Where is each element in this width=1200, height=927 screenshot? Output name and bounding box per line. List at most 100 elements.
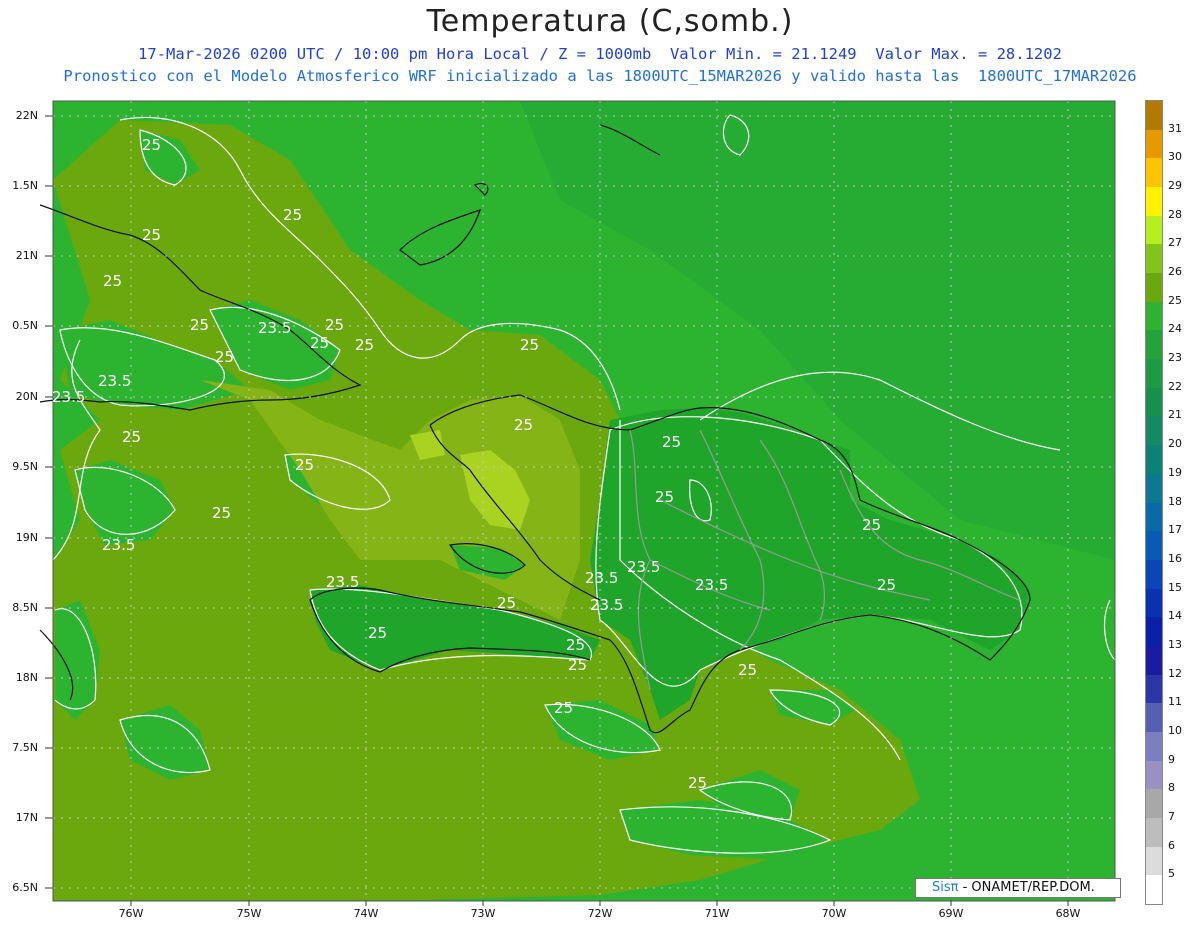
lat-tick-label: 7.5N [12,741,38,754]
color-scale-label: 7 [1168,809,1175,823]
color-scale-segment [1146,875,1162,905]
contour-label: 25 [283,206,302,224]
color-scale-segment [1146,273,1162,303]
color-scale-segment [1146,531,1162,561]
color-scale-label: 13 [1168,637,1182,651]
color-scale-label: 23 [1168,351,1182,365]
lon-tick-label: 72W [587,907,613,920]
color-scale-segment [1146,588,1162,618]
lat-tick-label: 22N [15,109,38,122]
color-scale-label: 25 [1168,293,1182,307]
contour-label: 23.5 [98,372,131,390]
color-scale-segment [1146,703,1162,733]
lon-tick-label: 69W [938,907,964,920]
color-scale-label: 24 [1168,322,1182,336]
color-scale-label: 21 [1168,408,1182,422]
chart-title: Temperatura (C,somb.) [426,4,794,39]
color-scale-label: 9 [1168,752,1175,766]
color-scale-segment [1146,215,1162,245]
contour-label: 25 [877,576,896,594]
contour-label: 25 [520,336,539,354]
contour-label: 25 [862,516,881,534]
lon-tick-label: 71W [704,907,730,920]
contour-label: 25 [215,348,234,366]
subtitle-date-line: 17-Mar-2026 0200 UTC / 10:00 pm Hora Loc… [138,45,1062,63]
color-scale-segment [1146,789,1162,819]
contour-label: 25 [738,661,757,679]
color-scale-segment [1146,846,1162,876]
color-scale-label: 5 [1168,867,1175,881]
color-scale-segment [1146,445,1162,475]
color-scale-segment [1146,674,1162,704]
color-scale-label: 17 [1168,523,1182,537]
lon-tick-label: 75W [236,907,262,920]
contour-label: 23.5 [627,558,660,576]
lon-tick-label: 76W [118,907,144,920]
contour-label: 25 [142,136,161,154]
contour-label: 23.5 [258,319,291,337]
lat-tick-label: 19N [15,531,38,544]
color-scale-label: 27 [1168,236,1182,250]
color-scale-segment [1146,330,1162,360]
credit-brand: Sisπ [932,880,959,895]
color-scale-label: 8 [1168,781,1175,795]
color-scale-label: 11 [1168,695,1182,709]
color-scale-label: 16 [1168,551,1182,565]
color-scale-segment [1146,760,1162,790]
color-scale-segment [1146,817,1162,848]
color-scale-segment [1146,416,1162,446]
color-scale-segment [1146,129,1162,159]
lat-tick-label: 18N [15,671,38,684]
contour-label: 25 [310,334,329,352]
contour-label: 25 [688,774,707,792]
lat-tick-label: 6.5N [12,881,38,894]
contour-label: 25 [662,433,681,451]
contour-label: 23.5 [590,596,623,614]
color-scale-segment [1146,301,1162,331]
contour-label: 25 [368,624,387,642]
lat-tick-label: 20N [15,390,38,403]
contour-label: 25 [190,316,209,334]
contour-label: 23.5 [585,569,618,587]
color-scale-label: 6 [1168,838,1175,852]
color-scale-label: 14 [1168,609,1182,623]
color-scale-segment [1146,158,1162,188]
color-scale-label: 29 [1168,179,1182,193]
contour-label: 25 [655,488,674,506]
color-scale-label: 26 [1168,265,1182,279]
lat-tick-label: 1.5N [12,179,38,192]
color-scale-label: 30 [1168,150,1182,164]
lon-tick-label: 73W [470,907,496,920]
contour-label: 25 [568,656,587,674]
color-scale-segment [1146,617,1162,647]
color-scale-label: 10 [1168,723,1182,737]
contour-label: 25 [103,272,122,290]
lon-tick-label: 70W [821,907,847,920]
lat-tick-label: 9.5N [12,460,38,473]
lat-tick-label: 21N [15,249,38,262]
contour-label: 23.5 [102,536,135,554]
color-scale-segment [1146,473,1162,503]
color-scale-label: 28 [1168,207,1182,221]
color-scale-segment [1146,645,1162,676]
contour-label: 25 [212,504,231,522]
color-scale-segment [1146,502,1162,532]
color-scale-bar [1145,100,1163,905]
color-scale-label: 19 [1168,465,1182,479]
lon-tick-label: 68W [1055,907,1081,920]
color-scale-label: 18 [1168,494,1182,508]
contour-label: 25 [325,316,344,334]
color-scale-segment [1146,387,1162,417]
subtitle-model-line: Pronostico con el Modelo Atmosferico WRF… [63,67,1137,85]
temperature-map: 2525252525 23.5 2525 2523.523.5252525252523… [39,100,1116,906]
color-scale-label: 20 [1168,437,1182,451]
color-scale-label: 15 [1168,580,1182,594]
contour-label: 25 [122,428,141,446]
contour-label: 25 [554,699,573,717]
contour-label: 25 [142,226,161,244]
lon-tick-label: 74W [353,907,379,920]
lat-tick-label: 8.5N [12,601,38,614]
lat-tick-label: 0.5N [12,319,38,332]
color-scale-segment [1146,359,1162,389]
contour-label: 23.5 [326,573,359,591]
